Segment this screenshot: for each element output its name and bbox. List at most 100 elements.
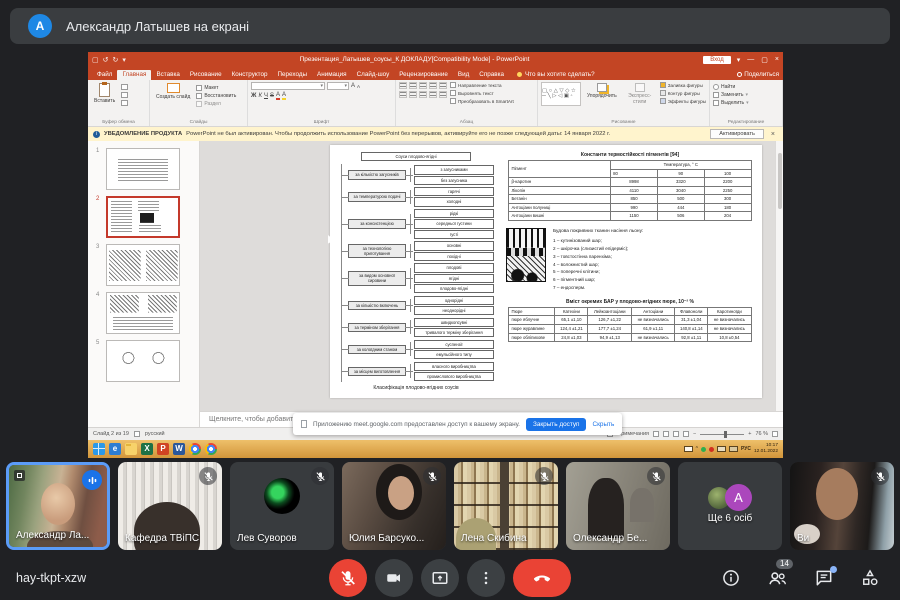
slide-sorter-icon[interactable] bbox=[663, 431, 669, 437]
touch-keyboard-icon[interactable] bbox=[684, 446, 693, 452]
language-indicator[interactable]: русский bbox=[145, 431, 165, 437]
participants-button[interactable]: 14 bbox=[767, 568, 788, 589]
align-text-button[interactable]: Выровнять текст bbox=[450, 90, 514, 96]
camera-button[interactable] bbox=[375, 559, 413, 597]
shape-fill-button[interactable]: Заливка фигуры bbox=[660, 82, 706, 88]
shape-effects-button[interactable]: Эффекты фигуры bbox=[660, 98, 706, 104]
excel-icon[interactable]: X bbox=[141, 443, 153, 455]
bold-icon[interactable]: Ж bbox=[251, 93, 256, 99]
network-icon[interactable] bbox=[717, 446, 726, 452]
font-color-icon[interactable]: А bbox=[276, 92, 280, 100]
font-format-buttons[interactable]: Ж К Ч S А А bbox=[251, 92, 392, 100]
slide-canvas-area[interactable]: Соуси плодово-ягідні за кількістю загусн… bbox=[200, 141, 783, 411]
minimize-button[interactable]: — bbox=[747, 56, 754, 64]
text-direction-button[interactable]: Направление текста bbox=[450, 82, 514, 88]
participant-tile-4[interactable]: Юлия Барсуко... bbox=[342, 462, 446, 550]
ribbon-options-icon[interactable]: ▾ bbox=[737, 56, 741, 64]
replace-button[interactable]: Заменить ▾ bbox=[713, 92, 749, 98]
more-options-button[interactable] bbox=[467, 559, 505, 597]
meeting-details-button[interactable] bbox=[721, 568, 741, 588]
overflow-tile[interactable]: A Ще 6 осіб bbox=[678, 462, 782, 550]
quick-styles-button[interactable]: Экспресс-стили bbox=[623, 82, 657, 106]
align-right-icon[interactable] bbox=[419, 91, 427, 98]
columns-icon[interactable] bbox=[439, 91, 447, 98]
signin-button[interactable]: Вход bbox=[703, 56, 731, 64]
tab-insert[interactable]: Вставка bbox=[151, 70, 184, 80]
zoom-out-icon[interactable]: − bbox=[693, 431, 696, 437]
zoom-in-icon[interactable]: + bbox=[748, 431, 751, 437]
word-icon[interactable]: W bbox=[173, 443, 185, 455]
participant-tile-2[interactable]: Кафедра ТВіПС bbox=[118, 462, 222, 550]
activities-button[interactable] bbox=[860, 568, 880, 588]
file-explorer-icon[interactable] bbox=[125, 443, 137, 455]
zoom-slider[interactable] bbox=[700, 434, 744, 435]
cut-icon[interactable] bbox=[121, 84, 128, 90]
tab-slideshow[interactable]: Слайд-шоу bbox=[352, 70, 395, 80]
present-button[interactable] bbox=[421, 559, 459, 597]
line-spacing-icon[interactable] bbox=[439, 82, 447, 89]
reset-button[interactable]: Восстановить bbox=[196, 93, 236, 99]
arrange-button[interactable]: Упорядочить bbox=[584, 82, 620, 100]
normal-view-icon[interactable] bbox=[653, 431, 659, 437]
align-center-icon[interactable] bbox=[409, 91, 417, 98]
justify-icon[interactable] bbox=[429, 91, 437, 98]
chat-button[interactable] bbox=[814, 568, 834, 588]
participant-tile-1[interactable]: Александр Ла... bbox=[6, 462, 110, 550]
tab-design[interactable]: Конструктор bbox=[227, 70, 273, 80]
convert-smartart-button[interactable]: Преобразовать в SmartArt bbox=[450, 98, 514, 104]
current-slide[interactable]: Соуси плодово-ягідні за кількістю загусн… bbox=[330, 145, 762, 398]
thumbnail-slide-3[interactable]: 3 bbox=[88, 241, 199, 289]
indent-increase-icon[interactable] bbox=[429, 82, 437, 89]
qat-dropdown-icon[interactable]: ▾ bbox=[122, 56, 126, 64]
activate-button[interactable]: Активировать bbox=[710, 129, 764, 139]
save-icon[interactable]: ▢ bbox=[92, 56, 99, 64]
hide-bar-button[interactable]: Скрыть bbox=[592, 421, 614, 428]
shape-outline-button[interactable]: Контур фигуры bbox=[660, 90, 706, 96]
fit-to-window-icon[interactable] bbox=[772, 431, 778, 437]
hangup-button[interactable] bbox=[513, 559, 571, 597]
notice-close-icon[interactable]: × bbox=[768, 131, 778, 138]
align-left-icon[interactable] bbox=[399, 91, 407, 98]
mic-button[interactable] bbox=[329, 559, 367, 597]
thumbnail-slide-4[interactable]: 4 bbox=[88, 289, 199, 337]
taskbar-clock[interactable]: 10:17 12.01.2022 bbox=[754, 443, 778, 454]
shapes-gallery[interactable]: ▢ ○ △ ▽ ◇ ☆ ─ ╲ ▷ ◁ ▣ ◦ bbox=[541, 82, 581, 106]
format-painter-icon[interactable] bbox=[121, 100, 128, 106]
tab-transitions[interactable]: Переходы bbox=[272, 70, 312, 80]
tab-help[interactable]: Справка bbox=[474, 70, 509, 80]
paste-button[interactable]: Вставить bbox=[91, 82, 118, 105]
self-tile[interactable]: Ви bbox=[790, 462, 894, 550]
grow-shrink-font-icons[interactable]: А А bbox=[351, 82, 360, 90]
stop-sharing-button[interactable]: Закрыть доступ bbox=[526, 418, 587, 431]
participant-tile-3[interactable]: Лев Суворов bbox=[230, 462, 334, 550]
zoom-level[interactable]: 76 % bbox=[755, 431, 768, 437]
section-button[interactable]: Раздел bbox=[196, 101, 236, 107]
start-button[interactable] bbox=[93, 443, 105, 455]
tab-animations[interactable]: Анимация bbox=[312, 70, 352, 80]
strikethrough-icon[interactable]: S bbox=[270, 93, 274, 99]
quick-access-toolbar[interactable]: ▢ ↺ ↻ ▾ bbox=[92, 56, 126, 64]
tell-me-box[interactable]: Что вы хотите сделать? bbox=[517, 71, 595, 80]
close-button[interactable]: × bbox=[775, 56, 779, 64]
chrome-icon[interactable] bbox=[189, 443, 201, 455]
keyboard-language[interactable]: РУС bbox=[741, 446, 751, 452]
reading-view-icon[interactable] bbox=[673, 431, 679, 437]
tab-view[interactable]: Вид bbox=[453, 70, 474, 80]
copy-icon[interactable] bbox=[121, 92, 128, 98]
tab-home[interactable]: Главная bbox=[117, 70, 151, 80]
tab-draw[interactable]: Рисование bbox=[185, 70, 227, 80]
participant-tile-6[interactable]: Олександр Бе... bbox=[566, 462, 670, 550]
restore-button[interactable]: ▢ bbox=[761, 56, 768, 64]
tray-app-icon-red[interactable] bbox=[709, 447, 714, 452]
internet-explorer-icon[interactable]: e bbox=[109, 443, 121, 455]
system-tray[interactable]: ^ РУС 10:17 12.01.2022 bbox=[684, 443, 778, 454]
bullets-icon[interactable] bbox=[399, 82, 407, 89]
slideshow-icon[interactable] bbox=[683, 431, 689, 437]
font-name-select[interactable]: ▾ bbox=[251, 82, 325, 90]
slide-thumbnail-panel[interactable]: 1 2 3 4 5 bbox=[88, 141, 200, 427]
font-size-select[interactable]: ▾ bbox=[327, 82, 349, 90]
ppt-share-button[interactable]: Поделиться bbox=[737, 71, 779, 80]
thumbnail-slide-2[interactable]: 2 bbox=[88, 193, 199, 241]
tab-review[interactable]: Рецензирование bbox=[394, 70, 453, 80]
select-button[interactable]: Выделить ▾ bbox=[713, 100, 749, 106]
